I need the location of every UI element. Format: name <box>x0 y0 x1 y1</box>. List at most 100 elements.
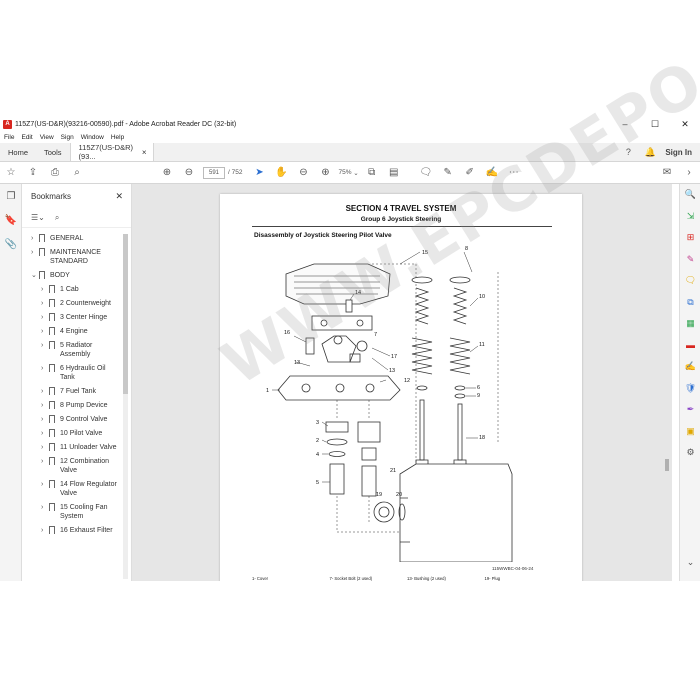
bookmark-star-icon[interactable]: ☆ <box>0 162 22 184</box>
tools-settings-icon[interactable]: ⚙ <box>680 442 700 464</box>
close-window-button[interactable]: ✕ <box>670 119 700 130</box>
bookmarks-scrollbar[interactable] <box>123 234 128 579</box>
bookmark-item[interactable]: › 9 Control Valve <box>22 415 122 424</box>
hand-tool-icon[interactable]: ✋ <box>270 162 292 184</box>
chevron-right-icon[interactable]: › <box>41 443 49 452</box>
bookmark-item[interactable]: › 14 Flow Regulator Valve <box>22 480 122 498</box>
chevron-down-icon[interactable]: ⌄ <box>31 271 39 280</box>
chevron-right-icon[interactable]: › <box>41 526 49 535</box>
bookmark-item[interactable]: › 6 Hydraulic Oil Tank <box>22 364 122 382</box>
maximize-button[interactable]: ☐ <box>640 119 670 130</box>
expand-panel-icon[interactable]: › <box>678 162 700 184</box>
find-bookmark-icon[interactable]: ⌕ <box>55 213 59 223</box>
window-title-bar: A 115Z7(US-D&R)(93216-00590).pdf - Adobe… <box>0 116 700 132</box>
edit-pdf-icon[interactable]: ✎ <box>680 249 700 271</box>
document-viewer[interactable]: SECTION 4 TRAVEL SYSTEM Group 6 Joystick… <box>132 184 672 581</box>
menu-file[interactable]: File <box>4 134 14 141</box>
bookmark-item[interactable]: ⌄ BODY <box>22 271 122 280</box>
chevron-right-icon[interactable]: › <box>41 387 49 396</box>
callout-21: 21 <box>390 468 396 474</box>
sign-in-button[interactable]: Sign In <box>661 143 700 161</box>
tab-tools[interactable]: Tools <box>36 143 70 161</box>
chevron-right-icon[interactable]: › <box>41 480 49 489</box>
chevron-right-icon[interactable]: › <box>41 341 49 350</box>
previous-page-icon[interactable]: ⊕ <box>156 162 178 184</box>
bookmarks-scroll-thumb[interactable] <box>123 234 128 394</box>
tab-document[interactable]: 115Z7(US-D&R)(93... × <box>69 143 154 161</box>
chevron-right-icon[interactable]: › <box>41 401 49 410</box>
bookmark-item[interactable]: › 2 Counterweight <box>22 299 122 308</box>
chevron-right-icon[interactable]: › <box>31 234 39 243</box>
export-pdf-icon[interactable]: ⇲ <box>680 206 700 228</box>
bookmark-item[interactable]: › 15 Cooling Fan System <box>22 503 122 521</box>
highlight-icon[interactable]: ✎ <box>437 162 459 184</box>
bookmark-item[interactable]: › MAINTENANCE STANDARD <box>22 248 122 266</box>
bookmark-item[interactable]: › 11 Unloader Valve <box>22 443 122 452</box>
bookmark-item[interactable]: › 5 Radiator Assembly <box>22 341 122 359</box>
upload-icon[interactable]: ⇪ <box>22 162 44 184</box>
redact-icon[interactable]: ▬ <box>680 335 700 357</box>
more-tools-icon[interactable]: ⋯ <box>503 162 525 184</box>
bookmark-item[interactable]: › 10 Pilot Valve <box>22 429 122 438</box>
document-scrollbar[interactable] <box>662 184 672 581</box>
menu-edit[interactable]: Edit <box>21 134 32 141</box>
chevron-right-icon[interactable]: › <box>41 313 49 322</box>
bookmark-item[interactable]: › 4 Engine <box>22 327 122 336</box>
chevron-right-icon[interactable]: › <box>41 327 49 336</box>
scroll-mode-icon[interactable]: ▤ <box>383 162 405 184</box>
page-thumbnails-icon[interactable]: ❐ <box>0 184 22 208</box>
email-icon[interactable]: ✉ <box>656 162 678 184</box>
chevron-right-icon[interactable]: › <box>41 457 49 466</box>
chevron-right-icon[interactable]: › <box>41 364 49 373</box>
chevron-right-icon[interactable]: › <box>41 429 49 438</box>
zoom-in-icon[interactable]: ⊕ <box>314 162 336 184</box>
menu-help[interactable]: Help <box>111 134 124 141</box>
bookmark-item[interactable]: › 16 Exhaust Filter <box>22 526 122 535</box>
organize-pages-icon[interactable]: ▦ <box>680 313 700 335</box>
print-icon[interactable]: ⎙ <box>44 162 66 184</box>
comment-tool-icon[interactable]: 🗨 <box>680 270 700 292</box>
document-scroll-thumb[interactable] <box>665 459 669 471</box>
select-cursor-icon[interactable]: ➤ <box>248 162 270 184</box>
bookmark-options-icon[interactable]: ☰⌄ <box>31 213 45 222</box>
help-icon[interactable]: ? <box>617 143 639 161</box>
combine-files-icon[interactable]: ⧉ <box>680 292 700 314</box>
close-icon[interactable]: ✕ <box>115 191 123 202</box>
zoom-level-select[interactable]: 75% ⌄ <box>338 169 358 177</box>
create-pdf-icon[interactable]: ⊞ <box>680 227 700 249</box>
fill-sign-tool-icon[interactable]: ✍ <box>680 356 700 378</box>
fit-page-icon[interactable]: ⧉ <box>361 162 383 184</box>
chevron-right-icon[interactable]: › <box>41 503 49 512</box>
chevron-right-icon[interactable]: › <box>41 299 49 308</box>
scroll-down-icon[interactable]: ⌄ <box>680 552 700 574</box>
protect-icon[interactable]: 🛡 <box>680 378 700 400</box>
zoom-out-icon[interactable]: ⊖ <box>292 162 314 184</box>
bookmark-item[interactable]: › 12 Combination Valve <box>22 457 122 475</box>
tab-home[interactable]: Home <box>0 143 36 161</box>
bookmark-item[interactable]: › 8 Pump Device <box>22 401 122 410</box>
attachments-icon[interactable]: 📎 <box>0 232 22 256</box>
page-number-input[interactable]: 591 <box>203 166 225 179</box>
send-signature-icon[interactable]: ✒ <box>680 399 700 421</box>
chevron-right-icon[interactable]: › <box>31 248 39 257</box>
zoom-tool-icon[interactable]: 🔍 <box>680 184 700 206</box>
fill-sign-icon[interactable]: ✍ <box>481 162 503 184</box>
more-tools-rail-icon[interactable]: ▣ <box>680 421 700 443</box>
bookmark-item[interactable]: › 3 Center Hinge <box>22 313 122 322</box>
minimize-button[interactable]: – <box>610 119 640 129</box>
notifications-icon[interactable]: 🔔 <box>639 143 661 161</box>
bookmark-item[interactable]: › 7 Fuel Tank <box>22 387 122 396</box>
search-icon[interactable]: ⌕ <box>66 162 88 184</box>
close-tab-icon[interactable]: × <box>142 148 147 157</box>
menu-window[interactable]: Window <box>81 134 104 141</box>
chevron-right-icon[interactable]: › <box>41 415 49 424</box>
draw-icon[interactable]: ✐ <box>459 162 481 184</box>
menu-sign[interactable]: Sign <box>61 134 74 141</box>
comment-icon[interactable]: 🗨 <box>415 162 437 184</box>
next-page-icon[interactable]: ⊖ <box>178 162 200 184</box>
bookmark-item[interactable]: › GENERAL <box>22 234 122 243</box>
menu-view[interactable]: View <box>40 134 54 141</box>
bookmark-item[interactable]: › 1 Cab <box>22 285 122 294</box>
bookmarks-panel-icon[interactable]: 🔖 <box>0 208 22 232</box>
chevron-right-icon[interactable]: › <box>41 285 49 294</box>
